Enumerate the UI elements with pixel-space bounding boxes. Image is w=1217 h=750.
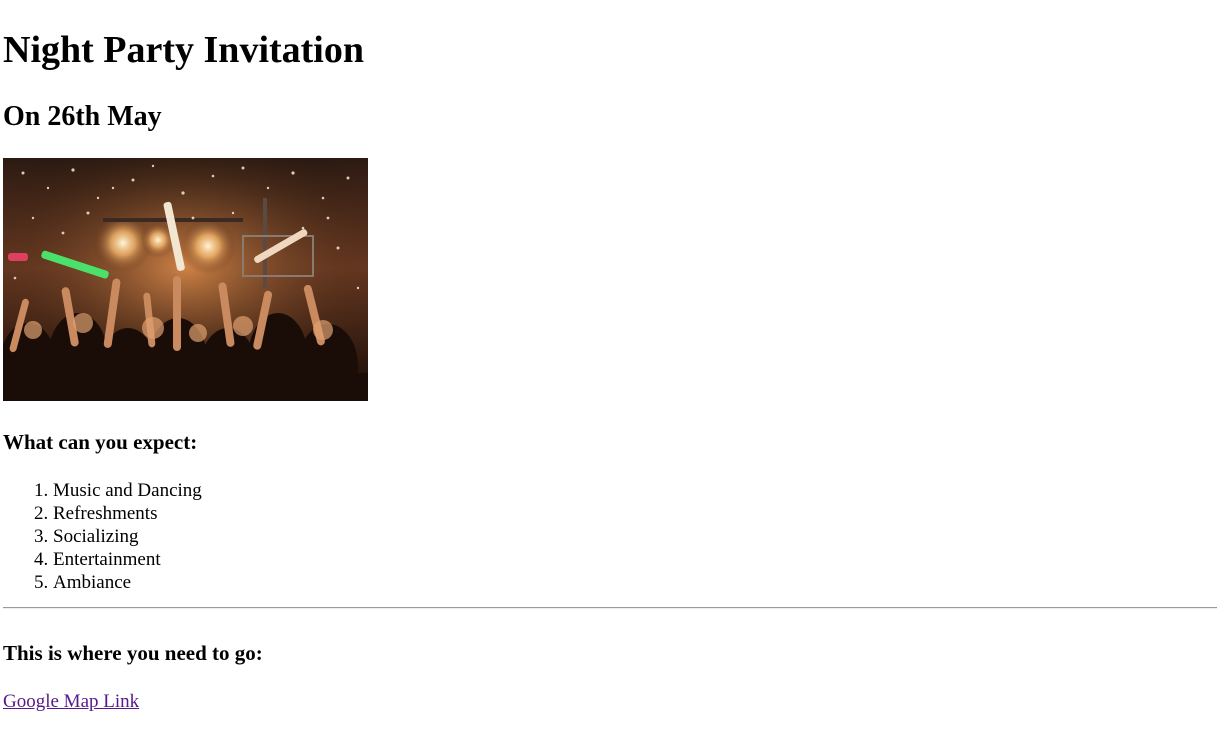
list-item: Socializing	[53, 525, 202, 548]
party-date: On 26th May	[3, 101, 162, 132]
directions-heading: This is where you need to go:	[3, 641, 263, 665]
google-map-link[interactable]: Google Map Link	[3, 690, 139, 714]
list-item: Entertainment	[53, 548, 202, 571]
list-item: Refreshments	[53, 502, 202, 525]
list-item: Ambiance	[53, 571, 202, 594]
expect-heading: What can you expect:	[3, 430, 198, 454]
list-item: Music and Dancing	[53, 479, 202, 502]
page-title: Night Party Invitation	[3, 29, 364, 71]
divider	[3, 607, 1217, 609]
party-crowd-photo	[3, 158, 368, 401]
expect-list: Music and Dancing Refreshments Socializi…	[3, 479, 202, 594]
